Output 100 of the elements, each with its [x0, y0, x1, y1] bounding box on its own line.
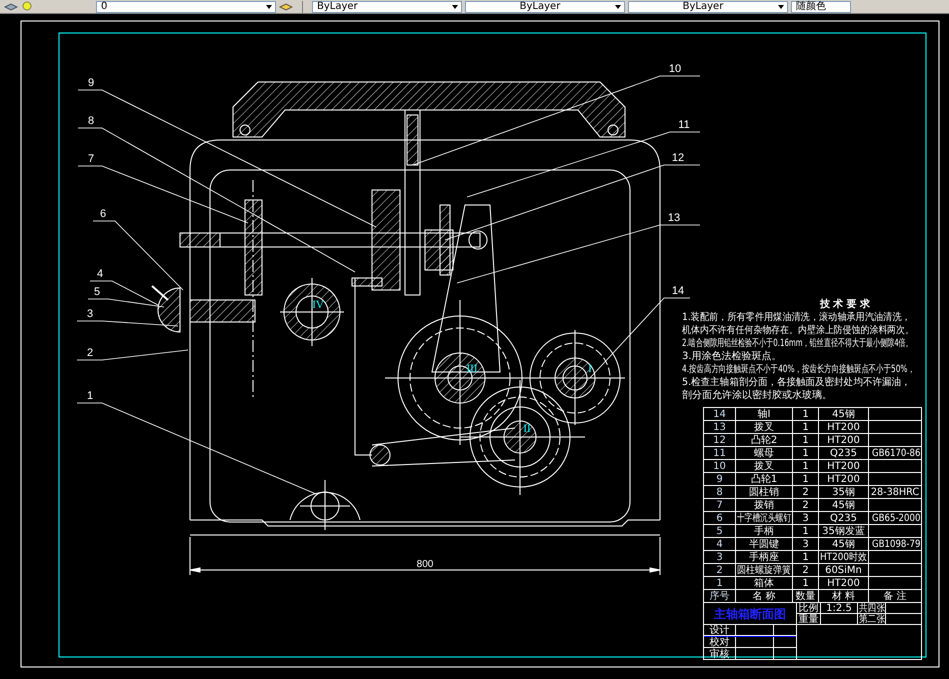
table-cell: 1 — [802, 408, 809, 420]
table-cell: 45钢 — [832, 408, 855, 420]
table-cell: 5 — [716, 525, 723, 537]
table-cell: HT200 — [827, 421, 860, 433]
table-cell: 1 — [716, 577, 723, 589]
table-cell: 拨叉 — [754, 421, 774, 433]
requirement-line: 机体内不许有任何杂物存在。内壁涂上防侵蚀的涂料两次。 — [682, 324, 914, 337]
table-cell: 1 — [802, 551, 809, 563]
table-cell: 13 — [713, 421, 726, 433]
table-cell: GB65-2000 — [872, 512, 920, 524]
table-cell: HT200 — [827, 473, 860, 485]
property-dropdown[interactable]: ByLayer — [465, 0, 625, 12]
callout-number: 11 — [678, 119, 690, 131]
table-cell: 3 — [802, 512, 809, 524]
table-cell: 3 — [802, 538, 809, 550]
table-cell: 凸轮1 — [750, 473, 778, 485]
table-cell: 3 — [716, 551, 723, 563]
callout-number: 7 — [88, 153, 94, 165]
header-cell: 材 料 — [832, 590, 856, 602]
table-cell: 拨销 — [754, 499, 774, 511]
property-dropdown[interactable]: ByLayer — [312, 0, 462, 12]
shaft-section-drawing — [280, 278, 344, 346]
table-cell: Q235 — [830, 512, 857, 524]
callout-number: 13 — [668, 212, 680, 224]
scale-label: 比例 — [798, 602, 818, 614]
table-cell: 12 — [713, 434, 726, 446]
header-cell: 数量 — [796, 590, 816, 602]
weight-label: 重量 — [798, 613, 818, 625]
plot-style-field[interactable]: 随颜色 — [791, 0, 851, 12]
table-cell: 手柄座 — [749, 551, 779, 563]
sheet-number: 第二张 — [858, 613, 884, 625]
table-cell: 十字槽沉头螺钉 — [737, 512, 791, 524]
table-cell: 35钢发蓝 — [822, 525, 865, 537]
table-cell: 35钢 — [832, 486, 855, 498]
table-cell: 45钢 — [832, 499, 855, 511]
table-cell: 2 — [802, 564, 809, 576]
requirements-title: 技 术 要 求 — [818, 298, 870, 311]
requirement-line: 4.按齿高方向接触斑点不小于40%，按齿长方向接触斑点不小于50%， — [682, 363, 915, 376]
boss-drawing — [290, 480, 360, 530]
table-cell: 半圆键 — [749, 538, 779, 550]
designer-label: 设计 — [710, 624, 730, 636]
requirement-line: 2.啮合侧隙用铅丝检验不小于0.16mm，铅丝直径不得大于最小侧隙4倍。 — [682, 337, 913, 350]
property-dropdown[interactable]: ByLayer — [628, 0, 788, 12]
table-cell: 1 — [802, 447, 809, 459]
callout-number: 12 — [672, 152, 684, 164]
callout-number: 9 — [88, 77, 94, 89]
table-cell: 手柄 — [754, 525, 774, 537]
table-cell: 轴Ⅰ — [758, 408, 770, 420]
table-cell: 8 — [716, 486, 723, 498]
dropdown-arrow-icon — [266, 4, 272, 8]
table-cell: 1 — [802, 460, 809, 472]
table-cell: HT200 — [827, 460, 860, 472]
layers-icon[interactable] — [4, 0, 18, 12]
table-cell: 10 — [713, 460, 726, 472]
scale-value: 1:2.5 — [826, 602, 852, 614]
table-cell: 28-38HRC — [870, 486, 920, 498]
drawing-title: 主轴箱断面图 — [714, 608, 786, 620]
shaft-label: IV — [312, 299, 324, 311]
table-cell: 1 — [802, 421, 809, 433]
requirement-line: 3.用涂色法检验斑点。 — [682, 350, 782, 363]
table-cell: 11 — [713, 447, 726, 459]
callout-number: 2 — [86, 347, 94, 359]
callout-number: 4 — [96, 268, 104, 280]
table-cell: 螺母 — [754, 447, 774, 459]
table-cell: 1 — [802, 525, 809, 537]
table-cell: Q235 — [830, 447, 857, 459]
table-cell: 9 — [716, 473, 723, 485]
header-cell: 名 称 — [752, 590, 776, 602]
callout-number: 10 — [668, 63, 682, 75]
dropdown-arrow-icon — [778, 4, 784, 8]
table-cell: 2 — [716, 564, 723, 576]
table-cell: 圆柱螺旋弹簧 — [737, 564, 791, 576]
dropdown-arrow-icon — [452, 4, 458, 8]
layer-dropdown[interactable]: 0 — [96, 0, 276, 12]
table-cell: 拨叉 — [754, 460, 774, 472]
checker-label: 校对 — [710, 636, 730, 648]
header-cell: 备 注 — [883, 590, 907, 602]
table-cell: GB6170-86 — [872, 447, 920, 459]
table-cell: 1 — [802, 434, 809, 446]
table-cell: 凸轮2 — [750, 434, 778, 446]
table-cell: HT200时效 — [820, 551, 867, 563]
shaft-label: II — [523, 423, 531, 435]
table-cell: 6 — [716, 512, 723, 524]
header-cell: 序号 — [710, 590, 730, 602]
table-cell: 箱体 — [754, 577, 774, 589]
requirement-line: 剖分面允许涂以密封胶或水玻璃。 — [682, 389, 832, 402]
table-cell: 14 — [713, 408, 726, 420]
callout-number: 3 — [86, 308, 94, 320]
requirement-line: 1.装配前，所有零件用煤油清洗，滚动轴承用汽油清洗， — [682, 311, 911, 324]
sheet-count: 共四张 — [858, 602, 884, 614]
callout-number: 1 — [86, 390, 94, 402]
callout-number: 5 — [94, 286, 100, 298]
table-cell: 2 — [802, 499, 809, 511]
table-cell: 1 — [802, 473, 809, 485]
callout-number: 6 — [100, 208, 106, 220]
layers-icon[interactable] — [279, 0, 293, 12]
table-cell: 1 — [802, 577, 809, 589]
requirement-line: 5.检查主轴箱剖分面，各接触面及密封处均不许漏油， — [682, 376, 911, 389]
table-cell: 4 — [716, 538, 723, 550]
bulb-icon[interactable] — [21, 0, 33, 12]
